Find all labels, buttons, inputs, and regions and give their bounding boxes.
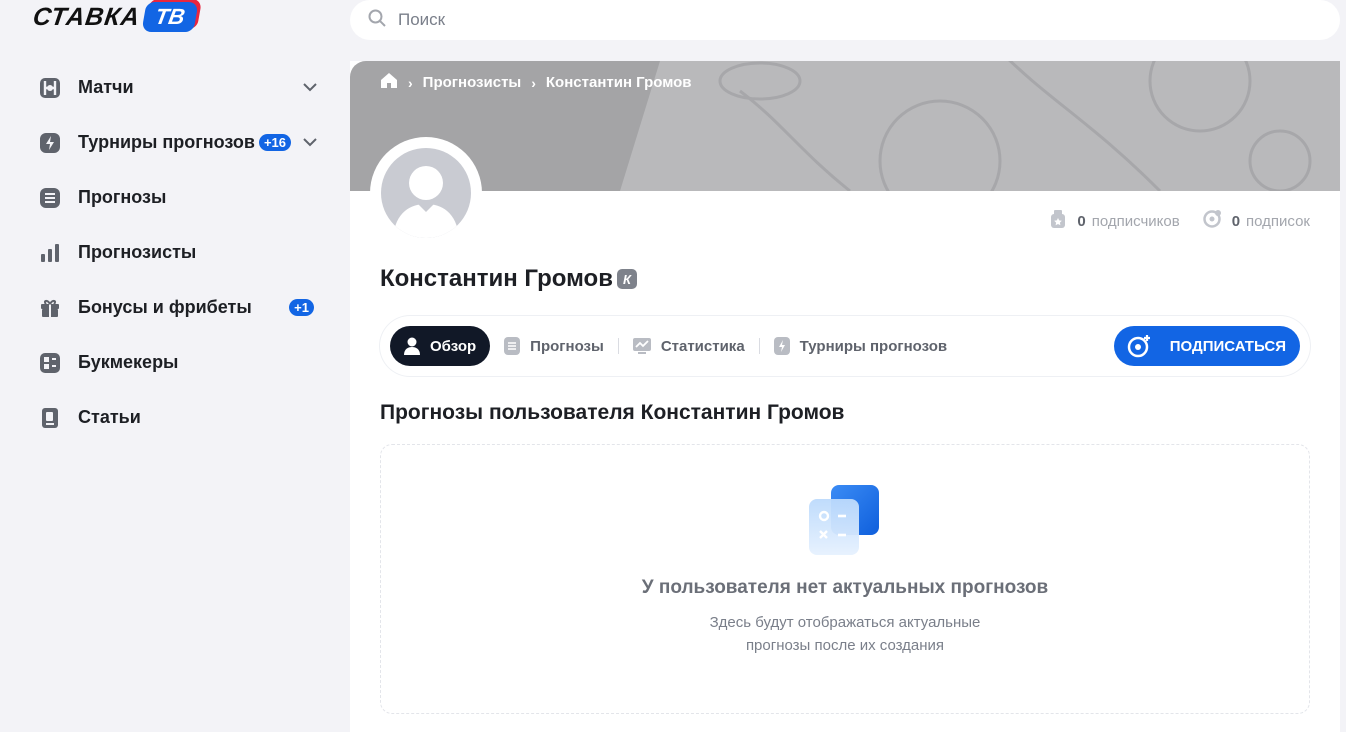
avatar-frame bbox=[370, 137, 482, 249]
breadcrumb-separator-icon: › bbox=[531, 74, 536, 91]
chevron-down-icon[interactable] bbox=[302, 135, 318, 151]
gift-icon bbox=[38, 296, 62, 320]
breadcrumb: › Прогнозисты › Константин Громов bbox=[380, 72, 692, 93]
search-icon bbox=[368, 9, 386, 32]
list-icon bbox=[504, 337, 521, 355]
bar-chart-icon bbox=[38, 241, 62, 265]
empty-desc-line: Здесь будут отображаться актуальные bbox=[709, 614, 981, 631]
profile-tabs: Обзор Прогнозы Статистика Турниры прогно… bbox=[380, 316, 1310, 376]
search-input[interactable] bbox=[398, 10, 1198, 30]
tab-statistics[interactable]: Статистика bbox=[619, 326, 759, 366]
empty-desc-line: прогнозы после их создания bbox=[745, 637, 945, 654]
sidebar-item-tipsters[interactable]: Прогнозисты bbox=[38, 225, 318, 280]
subscribers-stat[interactable]: 0 подписчиков bbox=[1049, 209, 1180, 233]
bonuses-count-badge: +1 bbox=[289, 299, 314, 316]
subscribers-label: подписчиков bbox=[1091, 212, 1180, 230]
chart-icon bbox=[632, 338, 651, 354]
articles-icon bbox=[38, 406, 62, 430]
subscribe-button[interactable]: ПОДПИСАТЬСЯ bbox=[1113, 326, 1300, 366]
profile-banner: › Прогнозисты › Константин Громов bbox=[350, 61, 1340, 191]
matches-icon bbox=[38, 76, 62, 100]
sidebar-item-label: Статьи bbox=[78, 407, 141, 427]
sidebar-item-predictions[interactable]: Прогнозы bbox=[38, 170, 318, 225]
logo-badge: ТВ bbox=[141, 2, 199, 32]
sidebar-nav: Матчи Турниры прогнозов +16 Прогнозы Про… bbox=[38, 60, 318, 445]
breadcrumb-current: Константин Громов bbox=[545, 74, 692, 91]
user-icon bbox=[404, 337, 420, 355]
page-title: Константин Громов К bbox=[380, 265, 637, 293]
sidebar: СТАВКА ТВ Матчи Турниры прогнозов +16 Пр… bbox=[0, 0, 350, 732]
breadcrumb-separator-icon: › bbox=[408, 74, 413, 91]
bookmaker-icon bbox=[38, 351, 62, 375]
tab-predictions[interactable]: Прогнозы bbox=[490, 326, 618, 366]
sidebar-item-matches[interactable]: Матчи bbox=[38, 60, 318, 115]
site-logo[interactable]: СТАВКА ТВ bbox=[31, 0, 199, 34]
empty-state-title: У пользователя нет актуальных прогнозов bbox=[641, 577, 1049, 598]
tab-overview[interactable]: Обзор bbox=[390, 326, 491, 366]
user-level-badge: К bbox=[616, 269, 637, 289]
sidebar-item-bonuses[interactable]: Бонусы и фрибеты +1 bbox=[38, 280, 318, 335]
subscribe-icon bbox=[1126, 333, 1152, 359]
tab-label: Статистика bbox=[660, 337, 745, 355]
section-title: Прогнозы пользователя Константин Громов bbox=[380, 401, 845, 424]
chevron-down-icon[interactable] bbox=[302, 80, 318, 96]
list-icon bbox=[38, 186, 62, 210]
calculator-icon bbox=[809, 485, 881, 557]
avatar bbox=[381, 148, 471, 238]
sidebar-item-label: Турниры прогнозов bbox=[78, 132, 255, 152]
tab-tournaments[interactable]: Турниры прогнозов bbox=[760, 326, 961, 366]
user-name: Константин Громов bbox=[380, 265, 613, 292]
sidebar-item-bookmakers[interactable]: Букмекеры bbox=[38, 335, 318, 390]
sidebar-item-articles[interactable]: Статьи bbox=[38, 390, 318, 445]
lightning-icon bbox=[38, 131, 62, 155]
empty-state: У пользователя нет актуальных прогнозов … bbox=[380, 444, 1310, 714]
tab-label: Турниры прогнозов bbox=[799, 337, 948, 355]
empty-state-description: Здесь будут отображаться актуальные прог… bbox=[381, 611, 1309, 657]
tab-label: Обзор bbox=[430, 337, 477, 355]
sidebar-item-label: Прогнозы bbox=[78, 187, 167, 207]
lightning-icon bbox=[773, 337, 790, 355]
tournaments-count-badge: +16 bbox=[258, 134, 291, 151]
subscriptions-count: 0 bbox=[1231, 212, 1241, 230]
subscriptions-label: подписок bbox=[1246, 212, 1310, 230]
sidebar-item-tournaments[interactable]: Турниры прогнозов +16 bbox=[38, 115, 318, 170]
subscriptions-stat[interactable]: 0 подписок bbox=[1202, 209, 1310, 233]
search-bar[interactable] bbox=[350, 0, 1340, 40]
subscriptions-icon bbox=[1202, 209, 1222, 233]
subscribe-label: ПОДПИСАТЬСЯ bbox=[1169, 337, 1286, 355]
home-icon[interactable] bbox=[380, 72, 398, 93]
tab-label: Прогнозы bbox=[530, 337, 604, 355]
profile-card: › Прогнозисты › Константин Громов 0 подп… bbox=[350, 61, 1340, 732]
profile-stats: 0 подписчиков 0 подписок bbox=[1027, 209, 1310, 233]
sidebar-item-label: Матчи bbox=[78, 77, 134, 97]
logo-text: СТАВКА bbox=[31, 2, 142, 31]
subscribers-count: 0 bbox=[1077, 212, 1086, 230]
banner-pattern bbox=[620, 61, 1340, 191]
breadcrumb-link-tipsters[interactable]: Прогнозисты bbox=[423, 74, 522, 91]
sidebar-item-label: Прогнозисты bbox=[78, 242, 197, 262]
sidebar-item-label: Букмекеры bbox=[78, 352, 179, 372]
subscribers-icon bbox=[1049, 209, 1067, 233]
sidebar-item-label: Бонусы и фрибеты bbox=[78, 297, 252, 317]
